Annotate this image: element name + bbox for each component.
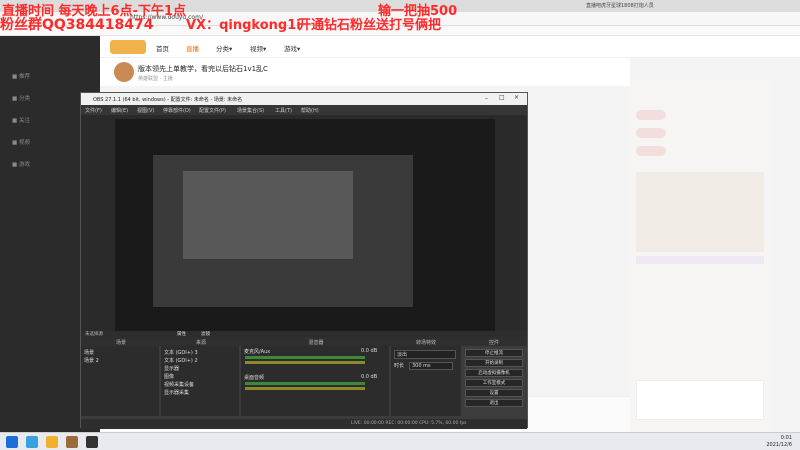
chat-message <box>636 256 764 264</box>
preview-nested-capture-inner <box>183 171 353 259</box>
status-text: LIVE: 00:00:00 REC: 00:00:00 CPU: 5.7%, … <box>351 421 467 426</box>
browser-tab-right[interactable]: 直播吧虎牙星球1808打炮人员 <box>586 2 654 9</box>
taskbar: 0:01 2021/12/6 <box>0 432 800 450</box>
mixer-channel-name: 桌面音频 <box>244 375 265 381</box>
stream-subtitle: 英雄联盟 · 主播 <box>138 76 173 82</box>
source-item[interactable]: 图像 <box>164 373 174 380</box>
source-item[interactable]: 文本 (GDI+) 3 <box>164 349 198 356</box>
source-item[interactable]: 显示器采集 <box>164 389 189 396</box>
obs-docks: 场景 来源 混音器 转场特效 控件 场景 场景 2 文本 (GDI+) 3 文本… <box>81 337 527 429</box>
scenes-dock-header: 场景 <box>81 337 161 346</box>
studio-mode-button[interactable]: 工作室模式 <box>465 379 523 387</box>
mixer-channel-level: 0.0 dB <box>361 374 378 380</box>
chat-input[interactable] <box>636 380 764 420</box>
rank-badge <box>636 110 666 120</box>
exit-button[interactable]: 退出 <box>465 399 523 407</box>
controls-dock-header: 控件 <box>461 337 527 346</box>
obs-window: OBS 27.1.1 (64 bit, windows) - 配置文件: 未命名… <box>80 92 528 429</box>
menu-view[interactable]: 视图(V) <box>137 107 154 114</box>
sidebar-row[interactable]: ■ 视频 <box>12 138 30 146</box>
menu-edit[interactable]: 编辑(E) <box>111 107 128 114</box>
obs-title-bar: OBS 27.1.1 (64 bit, windows) - 配置文件: 未命名… <box>81 93 527 105</box>
nav-item-home[interactable]: 首页 <box>156 43 169 53</box>
menu-scene-collection[interactable]: 场景集合(S) <box>237 107 264 114</box>
mixer-channel-name: 麦克风/Aux <box>244 349 271 355</box>
settings-button[interactable]: 设置 <box>465 389 523 397</box>
volume-slider[interactable] <box>245 387 365 390</box>
overlay-wechat: VX：qingkong1i <box>186 18 301 33</box>
scene-item[interactable]: 场景 2 <box>84 357 99 364</box>
sidebar-row[interactable]: ■ 游戏 <box>12 160 30 168</box>
menu-tools[interactable]: 工具(T) <box>275 107 292 114</box>
mixer-channel-level: 0.0 dB <box>361 348 378 354</box>
browser-icon[interactable] <box>26 436 38 448</box>
sidebar-row[interactable]: ■ 关注 <box>12 116 30 124</box>
close-icon[interactable]: × <box>514 94 519 101</box>
virtual-camera-button[interactable]: 启动虚拟摄像机 <box>465 369 523 377</box>
nav-item-game[interactable]: 游戏▾ <box>284 43 300 53</box>
scene-item[interactable]: 场景 <box>84 349 94 356</box>
site-logo-icon[interactable] <box>110 40 146 54</box>
app-icon[interactable] <box>66 436 78 448</box>
scenes-list: 场景 场景 2 <box>81 346 159 416</box>
source-item[interactable]: 显示器 <box>164 365 179 372</box>
mixer-dock-header: 混音器 <box>241 337 391 346</box>
obs-preview[interactable] <box>115 119 495 331</box>
sources-dock-header: 来源 <box>161 337 241 346</box>
chat-notice <box>636 172 764 252</box>
screen: 直播吧虎牙星球1808打炮人员 https://www.douyu.com/ ■… <box>0 0 800 450</box>
source-item[interactable]: 视频采集设备 <box>164 381 194 388</box>
duration-label: 时长 <box>394 363 405 369</box>
transitions-dock-header: 转场特效 <box>391 337 461 346</box>
obs-icon[interactable] <box>86 436 98 448</box>
menu-profile[interactable]: 配置文件(P) <box>199 107 226 114</box>
windows-start-icon[interactable] <box>6 436 18 448</box>
chat-panel <box>630 80 770 432</box>
sidebar-row[interactable]: ■ 分类 <box>12 94 30 102</box>
rank-badge <box>636 128 666 138</box>
menu-help[interactable]: 帮助(H) <box>301 107 319 114</box>
stream-title: 版本领先上单教学，看完以后钻石1v1乱C <box>138 65 268 73</box>
minimize-icon[interactable]: – <box>485 95 488 102</box>
transition-select[interactable]: 淡出 <box>394 350 456 359</box>
obs-menu-bar: 文件(F) 编辑(E) 视图(V) 停靠部件(D) 配置文件(P) 场景集合(S… <box>81 105 527 115</box>
sources-list: 文本 (GDI+) 3 文本 (GDI+) 2 显示器 图像 视频采集设备 显示… <box>161 346 239 416</box>
audio-mixer: 麦克风/Aux 0.0 dB 桌面音频 0.0 dB <box>241 346 389 416</box>
transitions-panel: 淡出 时长 300 ms <box>391 346 461 416</box>
source-item[interactable]: 文本 (GDI+) 2 <box>164 357 198 364</box>
menu-docks[interactable]: 停靠部件(D) <box>163 107 191 114</box>
volume-meter <box>245 356 365 359</box>
volume-slider[interactable] <box>245 361 365 364</box>
stream-header: 版本领先上单教学，看完以后钻石1v1乱C 英雄联盟 · 主播 <box>100 58 630 86</box>
clock-date: 2021/12/6 <box>766 442 792 448</box>
rank-badge <box>636 146 666 156</box>
clock-time: 0:01 <box>780 435 792 441</box>
overlay-fan-offer: 开通钻石粉丝送打号俩把 <box>298 18 442 33</box>
obs-status-bar: LIVE: 00:00:00 REC: 00:00:00 CPU: 5.7%, … <box>81 419 527 429</box>
sidebar-row[interactable]: ■ 推荐 <box>12 72 30 80</box>
volume-meter <box>245 382 365 385</box>
menu-file[interactable]: 文件(F) <box>85 107 102 114</box>
start-recording-button[interactable]: 开始录制 <box>465 359 523 367</box>
maximize-icon[interactable]: □ <box>499 94 505 101</box>
duration-input[interactable]: 300 ms <box>409 362 453 370</box>
site-top-nav: 首页 直播 分类▾ 视频▾ 游戏▾ <box>100 36 800 58</box>
file-explorer-icon[interactable] <box>46 436 58 448</box>
system-clock[interactable]: 0:01 2021/12/6 <box>766 435 792 449</box>
nav-item-category[interactable]: 分类▾ <box>216 43 232 53</box>
stop-streaming-button[interactable]: 停止推流 <box>465 349 523 357</box>
nav-item-video[interactable]: 视频▾ <box>250 43 266 53</box>
overlay-qq-group: 粉丝群QQ384418474 <box>0 17 154 33</box>
nav-item-live[interactable]: 直播 <box>186 43 199 53</box>
streamer-avatar[interactable] <box>114 62 134 82</box>
